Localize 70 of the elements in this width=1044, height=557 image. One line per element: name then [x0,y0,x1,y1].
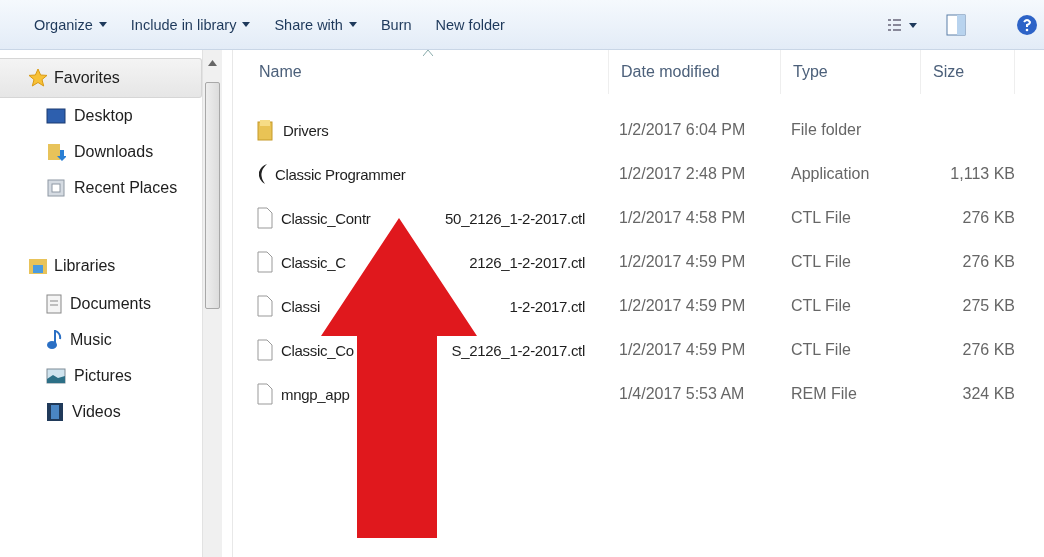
file-name[interactable]: Classic_Co [281,341,354,359]
library-icon [28,256,48,276]
view-list-icon[interactable] [888,17,918,32]
star-icon [28,68,48,88]
type-cell-text: CTL File [790,209,852,227]
crescent-icon [257,164,267,184]
size-cell-text: 1,113 KB [949,165,1015,183]
file-name[interactable]: 1-2-2017.ctl [509,297,585,315]
toolbar-button[interactable]: Share with [262,12,369,37]
type-cell-text: CTL File [790,253,852,271]
size-cell-text: 276 KB [961,341,1015,359]
size-cell-text: 276 KB [961,209,1015,227]
sidebar-item[interactable]: Desktop [0,98,202,134]
music-note-icon [46,329,62,351]
desktop-icon [46,107,66,125]
file-name[interactable]: S_2126_1-2-2017.ctl [451,341,585,359]
file-name[interactable]: mngp_app [281,385,350,403]
help-icon[interactable] [1016,13,1038,36]
size-cell-text: 276 KB [961,253,1015,271]
date-cell-text: 1/4/2017 5:53 AM [618,385,746,403]
file-name[interactable]: Classi [281,297,321,315]
blank-file-icon [257,251,273,273]
file-name[interactable]: 50_2126_1-2-2017.ctl [445,209,585,227]
file-name[interactable]: Classic Programmer [275,165,406,183]
size-cell-text: 324 KB [961,385,1015,403]
type-cell-text: Application [790,165,871,183]
type-cell-text: REM File [790,385,858,403]
scroll-up-icon[interactable] [208,60,217,66]
date-cell-text: 1/2/2017 4:59 PM [618,253,747,271]
type-cell-text: CTL File [790,297,852,315]
folder-icon [257,119,275,141]
size-cell-text: 275 KB [961,297,1015,315]
blank-file-icon [257,339,273,361]
type-cell-text: CTL File [790,341,852,359]
document-icon [46,294,62,314]
recent-places-icon [46,178,66,198]
blank-file-icon [257,383,273,405]
sidebar-item[interactable]: Downloads [0,134,202,170]
picture-icon [46,367,66,385]
sidebar-item[interactable]: Videos [0,394,202,430]
date-cell-text: 1/2/2017 4:59 PM [618,297,747,315]
sidebar-item[interactable]: Recent Places [0,170,202,206]
sidebar-group[interactable]: Favorites [0,58,202,98]
sidebar-item[interactable]: Documents [0,286,202,322]
toolbar-button[interactable]: Include in library [118,12,263,37]
toolbar-button[interactable]: Burn [368,12,424,37]
column-header[interactable]: Date modified [609,50,781,94]
folder-download-icon [46,142,66,162]
type-cell-text: File folder [790,121,863,139]
toolbar-button[interactable]: Organize [22,12,119,37]
column-header[interactable]: Name [247,50,609,94]
blank-file-icon [257,207,273,229]
date-cell-text: 1/2/2017 4:59 PM [618,341,747,359]
sidebar-item[interactable]: Pictures [0,358,202,394]
column-header[interactable]: Type [781,50,921,94]
toolbar-button[interactable]: New folder [423,12,517,37]
blank-file-icon [257,295,273,317]
file-name[interactable]: 2126_1-2-2017.ctl [469,253,585,271]
file-name[interactable]: Drivers [283,121,329,139]
sidebar-group[interactable]: Libraries [0,246,202,286]
file-name[interactable]: Classic_C [281,253,346,271]
file-name[interactable]: Classic_Contr [281,209,371,227]
scrollbar[interactable] [202,50,222,557]
scrollbar-thumb[interactable] [205,82,220,309]
date-cell-text: 1/2/2017 4:58 PM [618,209,747,227]
film-icon [46,402,64,422]
sidebar-item[interactable]: Music [0,322,202,358]
column-header[interactable]: Size [921,50,1015,94]
date-cell-text: 1/2/2017 2:48 PM [618,165,747,183]
date-cell-text: 1/2/2017 6:04 PM [618,121,747,139]
